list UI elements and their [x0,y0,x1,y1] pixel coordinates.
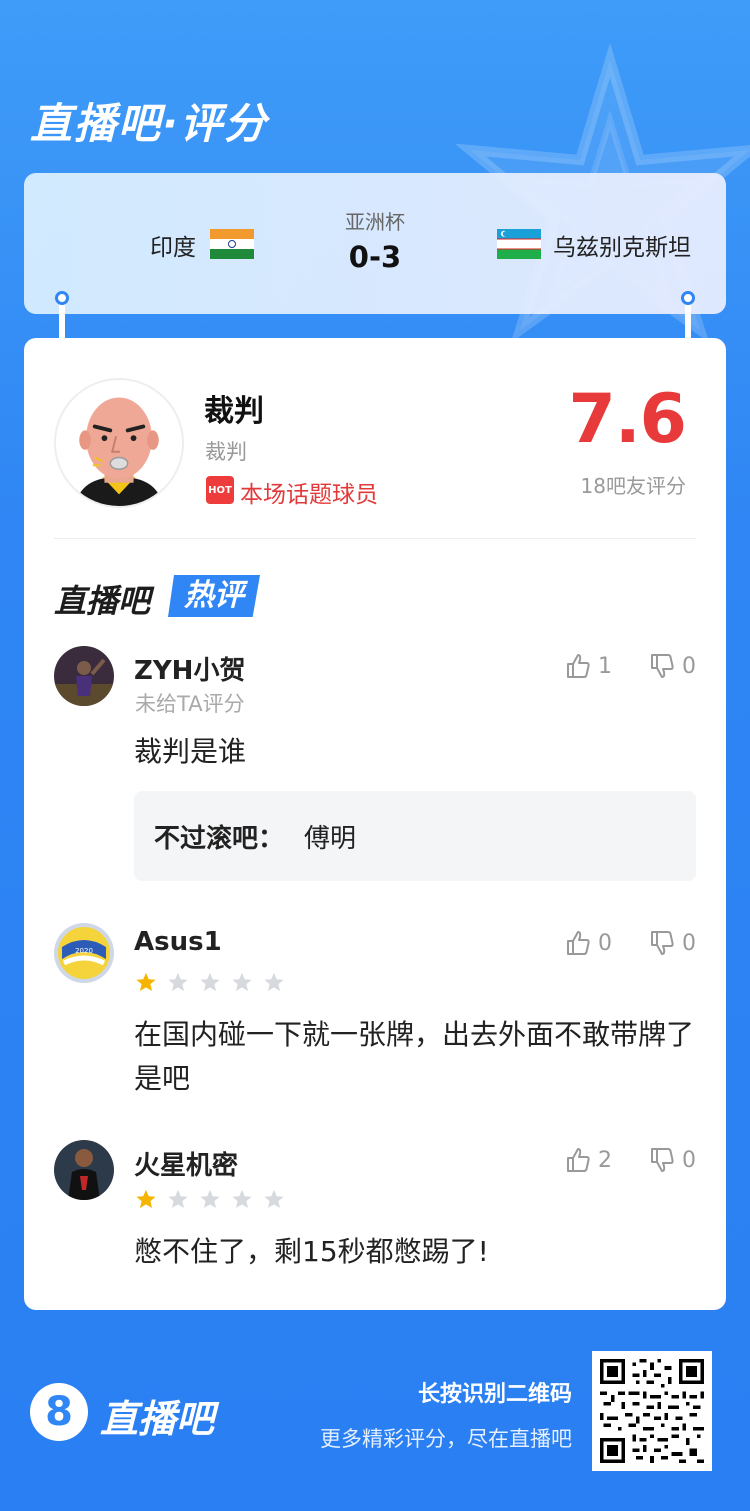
hot-section-title-prefix: 直播吧 [54,582,151,620]
thumbs-up-icon [567,931,590,955]
reply-author: 不过滚吧： [154,824,285,854]
footer-brand-name: 直播吧 [100,1397,215,1441]
qr-cta: 长按识别二维码 [417,1382,572,1407]
dislike-button[interactable]: 0 [648,652,696,680]
uzbekistan-flag-icon [497,229,541,259]
star-icon-empty [232,1189,252,1208]
commenter-avatar[interactable]: 2020 [54,923,114,983]
referee-avatar [54,378,184,508]
home-team-name: 印度 [150,235,196,261]
connector-dot [55,291,69,305]
star-rating [135,971,285,993]
like-button[interactable]: 0 [564,929,612,957]
india-flag-icon [210,229,254,259]
commenter-name[interactable]: Asus1 [134,927,222,957]
star-icon-empty [200,972,220,991]
dislike-count: 0 [682,653,696,679]
logo-glyph: 8 [45,1389,73,1435]
star-icon-empty [168,972,188,991]
like-count: 1 [598,653,612,679]
commenter-name[interactable]: ZYH小贺 [134,650,245,687]
hot-badge-icon: HOT [206,476,234,504]
star-icon-empty [264,972,284,991]
page-title: 直播吧·评分 [30,99,268,148]
thumbs-up-icon [567,654,590,678]
comment-text: 在国内碰一下就一张牌，出去外面不敢带牌了是吧 [134,1018,695,1095]
star-icon-empty [168,1189,188,1208]
subject-name: 裁判 [204,394,264,429]
commenter-avatar[interactable] [54,646,114,706]
qr-code[interactable] [592,1351,712,1471]
commenter-avatar-image [54,646,114,706]
comment-text: 憋不住了，剩15秒都憋踢了! [134,1235,489,1268]
connector-dot [681,291,695,305]
star-icon-empty [264,1189,284,1208]
like-count: 0 [598,930,612,956]
star-icon-filled [136,1189,156,1208]
rating-score: 7.6 [568,380,687,459]
subject-role: 裁判 [205,440,247,464]
like-count: 2 [598,1147,612,1173]
commenter-avatar-image [54,1140,114,1200]
referee-avatar-illustration [56,380,182,506]
dislike-button[interactable]: 0 [648,1146,696,1174]
qr-code-image [600,1359,704,1463]
brand-logo-icon: 8 [30,1383,88,1441]
hot-section-title-suffix: 热评 [168,575,260,617]
commenter-avatar-image: 2020 [54,923,114,983]
thumbs-down-icon [651,654,674,678]
dislike-button[interactable]: 0 [648,929,696,957]
star-icon-empty [232,972,252,991]
commenter-rating-status: 未给TA评分 [135,692,245,716]
commenter-avatar[interactable] [54,1140,114,1200]
match-score: 0-3 [348,240,402,274]
star-rating [135,1188,285,1210]
svg-text:2020: 2020 [75,947,93,955]
reply-text: 傅明 [304,824,357,854]
comment-text: 裁判是谁 [134,735,247,768]
thumbs-down-icon [651,1148,674,1172]
commenter-name[interactable]: 火星机密 [134,1145,238,1182]
hot-player-label: 本场话题球员 [240,482,378,508]
rating-count: 18吧友评分 [580,474,686,498]
thumbs-up-icon [567,1148,590,1172]
qr-subtitle: 更多精彩评分，尽在直播吧 [320,1427,572,1451]
like-button[interactable]: 1 [564,652,612,680]
star-icon-empty [200,1189,220,1208]
divider [54,538,696,539]
like-button[interactable]: 2 [564,1146,612,1174]
dislike-count: 0 [682,930,696,956]
star-icon-filled [136,972,156,991]
dislike-count: 0 [682,1147,696,1173]
league-name: 亚洲杯 [345,210,405,234]
thumbs-down-icon [651,931,674,955]
away-team-name: 乌兹别克斯坦 [553,235,691,261]
